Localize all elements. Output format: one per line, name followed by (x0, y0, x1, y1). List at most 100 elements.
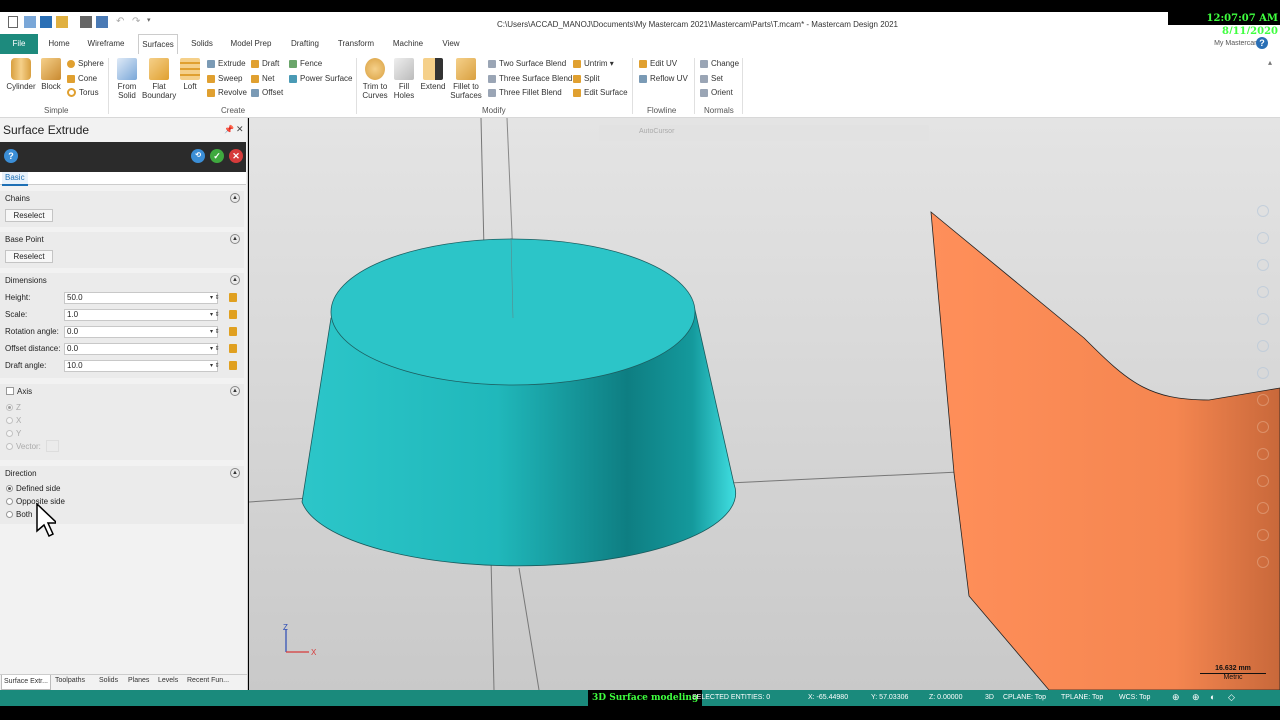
toolbar-icon-7[interactable] (1257, 556, 1269, 568)
new-file-icon[interactable] (8, 16, 18, 28)
tab-solids-manager[interactable]: Solids (99, 677, 118, 684)
flat-boundary-button[interactable]: Flat Boundary (142, 58, 176, 100)
wireframe-icon[interactable]: ◇ (1228, 692, 1235, 703)
reflow-uv-button[interactable]: Reflow UV (639, 74, 688, 83)
draft-button[interactable]: Draft (251, 59, 279, 68)
extend-button[interactable]: Extend (419, 58, 447, 91)
direction-collapse-icon[interactable]: ▲ (230, 468, 240, 478)
tab-toolpaths[interactable]: Toolpaths (55, 677, 85, 684)
vector-select-button[interactable] (46, 440, 59, 452)
my-mastercam-link[interactable]: My Mastercam (1214, 40, 1260, 47)
axis-x-radio[interactable] (6, 417, 13, 424)
chains-reselect-button[interactable]: Reselect (5, 209, 53, 222)
toolbar-icon-2[interactable] (1257, 421, 1269, 433)
panel-close-icon[interactable]: ✕ (236, 124, 244, 135)
toolbar-icon-4[interactable] (1257, 475, 1269, 487)
untrim-button[interactable]: Untrim ▾ (573, 59, 614, 68)
net-button[interactable]: Net (251, 74, 274, 83)
rotation-angle-lock-icon[interactable] (229, 327, 237, 336)
toolbar-icon-3[interactable] (1257, 448, 1269, 460)
axis-collapse-icon[interactable]: ▲ (230, 386, 240, 396)
cplane-status[interactable]: CPLANE: Top (1003, 694, 1046, 701)
tab-model-prep[interactable]: Model Prep (227, 34, 275, 54)
tab-view[interactable]: View (437, 34, 465, 54)
tab-surface-extrude[interactable]: Surface Extr... (1, 675, 51, 690)
cancel-button[interactable]: ✕ (229, 149, 243, 163)
tab-basic[interactable]: Basic (0, 172, 246, 186)
print-preview-icon[interactable] (96, 16, 108, 28)
revolve-button[interactable]: Revolve (207, 88, 247, 97)
loft-button[interactable]: Loft (178, 58, 202, 91)
redo-icon[interactable]: ↷ (132, 16, 144, 28)
ok-and-create-new-button[interactable]: ⟲ (191, 149, 205, 163)
zoom-out-icon[interactable] (1257, 232, 1269, 244)
height-lock-icon[interactable] (229, 293, 237, 302)
orange-extruded-surface[interactable] (930, 211, 1280, 690)
offset-distance-input[interactable]: 0.0 (64, 343, 218, 355)
rotation-angle-stepper-icon[interactable]: ▾ ⇕ (210, 328, 220, 335)
save-icon[interactable] (40, 16, 52, 28)
orient-button[interactable]: Orient (700, 88, 733, 97)
defined-side-radio[interactable] (6, 485, 13, 492)
fill-holes-button[interactable]: Fill Holes (392, 58, 416, 100)
three-surface-blend-button[interactable]: Three Surface Blend (488, 74, 572, 83)
draft-angle-input[interactable]: 10.0 (64, 360, 218, 372)
change-button[interactable]: Change (700, 59, 739, 68)
base-point-collapse-icon[interactable]: ▲ (230, 234, 240, 244)
autocursor-toolbar[interactable]: AutoCursor (599, 125, 929, 141)
split-button[interactable]: Split (573, 74, 600, 83)
edit-surface-button[interactable]: Edit Surface (573, 88, 628, 97)
rotation-angle-input[interactable]: 0.0 (64, 326, 218, 338)
scale-stepper-icon[interactable]: ▾ ⇕ (210, 311, 220, 318)
tab-drafting[interactable]: Drafting (284, 34, 326, 54)
tab-wireframe[interactable]: Wireframe (83, 34, 129, 54)
toolbar-icon-1[interactable] (1257, 394, 1269, 406)
tab-solids[interactable]: Solids (186, 34, 218, 54)
extrude-button[interactable]: Extrude (207, 59, 246, 68)
offset-distance-stepper-icon[interactable]: ▾ ⇕ (210, 345, 220, 352)
axis-z-radio[interactable] (6, 404, 13, 411)
axis-vector-radio[interactable] (6, 443, 13, 450)
help-button[interactable]: ? (4, 149, 18, 163)
base-point-reselect-button[interactable]: Reselect (5, 250, 53, 263)
scale-lock-icon[interactable] (229, 310, 237, 319)
scale-input[interactable]: 1.0 (64, 309, 218, 321)
zoom-in-icon[interactable] (1257, 205, 1269, 217)
cone-button[interactable]: Cone (67, 74, 97, 83)
tab-levels[interactable]: Levels (158, 677, 178, 684)
set-button[interactable]: Set (700, 74, 723, 83)
view-icon[interactable] (1257, 313, 1269, 325)
height-input[interactable]: 50.0 (64, 292, 218, 304)
undo-icon[interactable]: ↶ (116, 16, 128, 28)
render-icon[interactable]: ◐ (1210, 692, 1215, 702)
chains-collapse-icon[interactable]: ▲ (230, 193, 240, 203)
edit-uv-button[interactable]: Edit UV (639, 59, 677, 68)
graphics-viewport[interactable]: Z X AutoCursor 16.632 mm Metric (249, 118, 1280, 690)
tab-home[interactable]: Home (43, 34, 75, 54)
help-icon[interactable]: ? (1256, 37, 1268, 49)
trim-to-curves-button[interactable]: Trim to Curves (360, 58, 390, 100)
rotate-icon[interactable] (1257, 286, 1269, 298)
fit-icon[interactable] (1257, 259, 1269, 271)
customize-quick-access-icon[interactable]: ▾ (147, 16, 159, 28)
open-file-icon[interactable] (24, 16, 36, 28)
dimensions-collapse-icon[interactable]: ▲ (230, 275, 240, 285)
pin-icon[interactable]: 📌 (224, 125, 234, 134)
offset-distance-lock-icon[interactable] (229, 344, 237, 353)
three-fillet-blend-button[interactable]: Three Fillet Blend (488, 88, 562, 97)
section-icon[interactable] (1257, 340, 1269, 352)
tab-transform[interactable]: Transform (334, 34, 378, 54)
tab-planes[interactable]: Planes (128, 677, 149, 684)
torus-button[interactable]: Torus (67, 88, 99, 98)
power-surface-button[interactable]: Power Surface (289, 74, 352, 83)
globe-icon[interactable]: ⊕ (1172, 692, 1180, 703)
collapse-ribbon-icon[interactable]: ▴ (1268, 58, 1272, 67)
block-button[interactable]: Block (38, 58, 64, 91)
opposite-side-radio[interactable] (6, 498, 13, 505)
tab-surfaces[interactable]: Surfaces (138, 34, 178, 54)
draft-angle-lock-icon[interactable] (229, 361, 237, 370)
print-icon[interactable] (80, 16, 92, 28)
tplane-status[interactable]: TPLANE: Top (1061, 694, 1103, 701)
draft-angle-stepper-icon[interactable]: ▾ ⇕ (210, 362, 220, 369)
fillet-to-surfaces-button[interactable]: Fillet to Surfaces (448, 58, 484, 100)
